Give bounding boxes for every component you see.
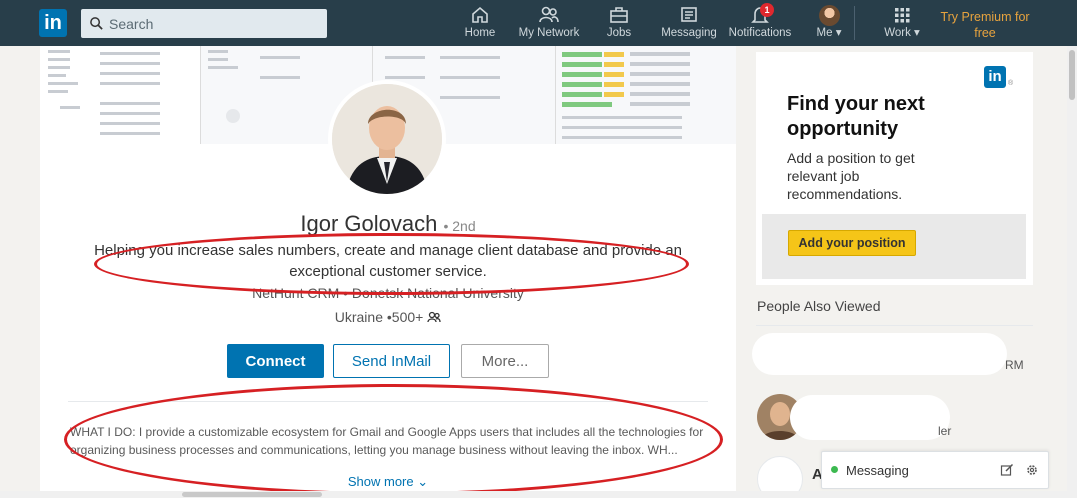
people-also-viewed-title: People Also Viewed (757, 298, 881, 314)
messaging-dock-label: Messaging (846, 463, 909, 478)
profile-company[interactable]: NetHunt CRM (252, 285, 339, 301)
horizontal-scroll-thumb[interactable] (182, 492, 322, 497)
nav-work-label: Work ▾ (884, 27, 920, 39)
people-also-viewed-divider (756, 325, 1033, 326)
profile-summary: WHAT I DO: I provide a customizable ecos… (70, 425, 704, 457)
nav-me[interactable]: Me ▾ (812, 4, 846, 44)
vertical-scrollbar[interactable] (1067, 46, 1077, 498)
messaging-dock[interactable]: Messaging (821, 451, 1049, 489)
registered-mark-icon: ® (1008, 80, 1014, 87)
more-button[interactable]: More... (461, 344, 549, 378)
nav-notifications[interactable]: 1 Notifications (728, 3, 792, 44)
vertical-scroll-thumb[interactable] (1069, 50, 1075, 100)
nav-work[interactable]: Work ▾ (882, 4, 922, 44)
search-icon (90, 17, 103, 30)
person-1-snippet: RM (1005, 358, 1024, 372)
nav-divider (854, 6, 855, 40)
horizontal-scrollbar[interactable] (0, 491, 1067, 498)
linkedin-logo[interactable]: in (39, 9, 67, 37)
send-inmail-button[interactable]: Send InMail (333, 344, 450, 378)
nav-messaging[interactable]: Messaging (660, 4, 718, 44)
connect-button[interactable]: Connect (227, 344, 324, 378)
nav-jobs-label: Jobs (606, 27, 632, 39)
linkedin-ad-logo: in (984, 66, 1006, 88)
profile-location-connections: Ukraine •500+ (40, 308, 736, 326)
search-bar[interactable] (81, 9, 327, 38)
redacted-person-2[interactable] (790, 395, 950, 440)
connections-icon (427, 311, 441, 323)
nav-my-network-label: My Network (518, 27, 580, 39)
profile-name-row: Igor Golovach • 2nd (40, 211, 736, 239)
chevron-down-icon: ⌄ (417, 474, 429, 489)
nav-home-label: Home (464, 27, 496, 39)
home-icon (472, 6, 488, 23)
premium-line-1: Try Premium for (940, 10, 1030, 24)
premium-line-2: free (974, 26, 996, 40)
nav-me-label: Me ▾ (816, 27, 842, 39)
ad-action-area: Add your position (762, 214, 1026, 279)
profile-headline: Helping you increase sales numbers, crea… (94, 242, 682, 280)
notification-badge: 1 (760, 3, 774, 17)
search-input[interactable] (105, 9, 320, 38)
nav-home[interactable]: Home (462, 4, 498, 44)
add-position-button[interactable]: Add your position (788, 230, 916, 256)
online-status-dot (831, 466, 838, 473)
connection-degree: • 2nd (443, 218, 476, 234)
gear-icon[interactable] (1025, 463, 1039, 477)
ad-text: Add a position to get relevant job recom… (787, 150, 915, 202)
profile-company-school: NetHunt CRM • Donetsk National Universit… (252, 285, 524, 301)
messaging-icon (681, 7, 697, 22)
job-ad-card: in ® Find your next opportunity Add a po… (756, 52, 1033, 285)
try-premium-link[interactable]: Try Premium for free (935, 9, 1035, 41)
section-divider (68, 401, 708, 402)
profile-school[interactable]: Donetsk National University (352, 285, 524, 301)
profile-location: Ukraine (334, 309, 383, 325)
nav-messaging-label: Messaging (661, 27, 717, 39)
network-icon (539, 6, 559, 23)
profile-connections[interactable]: 500+ (392, 309, 424, 325)
profile-name: Igor Golovach (300, 211, 438, 236)
redacted-person-1[interactable] (752, 333, 1007, 375)
ad-title: Find your next opportunity (787, 93, 925, 140)
profile-photo[interactable] (328, 80, 446, 198)
briefcase-icon (610, 7, 628, 23)
grid-icon (895, 8, 910, 23)
profile-photo-image (332, 84, 442, 194)
nav-jobs[interactable]: Jobs (602, 4, 636, 44)
profile-card: Igor Golovach • 2nd Helping you increase… (40, 46, 736, 498)
nav-my-network[interactable]: My Network (517, 4, 581, 44)
compose-icon[interactable] (1000, 463, 1014, 477)
show-more-label: Show more (347, 474, 414, 489)
nav-notifications-label: Notifications (728, 27, 792, 39)
person-2-snippet: ler (938, 424, 952, 438)
top-nav: in Home My Network Jobs Messagi (0, 0, 1077, 46)
avatar (818, 5, 840, 26)
show-more-link[interactable]: Show more ⌄ (40, 474, 736, 490)
